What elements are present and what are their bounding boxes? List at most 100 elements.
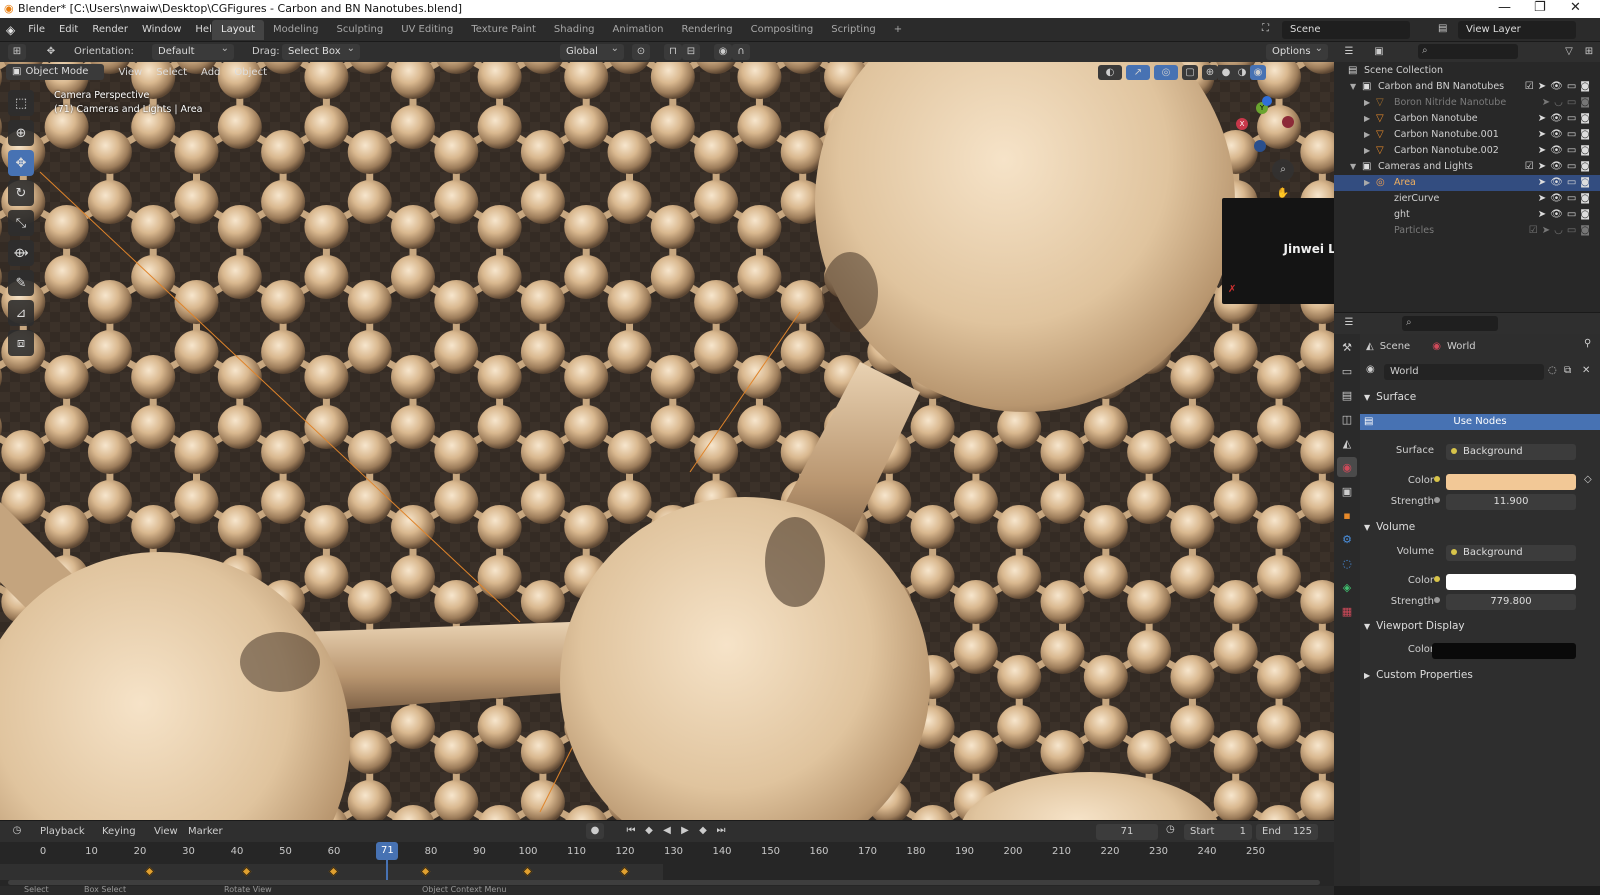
surface-color-swatch[interactable] — [1446, 474, 1576, 490]
viewport-menu-select[interactable]: Select — [156, 67, 187, 78]
volume-shader-field[interactable]: Background — [1446, 545, 1576, 561]
modifier-tab-icon[interactable]: ⚙ — [1337, 529, 1357, 549]
custom-properties-section-header[interactable]: ▶ Custom Properties — [1364, 665, 1598, 685]
prev-keyframe-icon[interactable]: ◆ — [640, 823, 658, 839]
tool-tab-icon[interactable]: ⚒ — [1337, 337, 1357, 357]
navigation-gizmo[interactable]: X Y — [1228, 96, 1298, 166]
z-axis-icon[interactable] — [1262, 96, 1272, 106]
expand-arrow-icon[interactable]: ▶ — [1364, 143, 1370, 159]
maximize-button[interactable]: ❐ — [1534, 0, 1546, 15]
measure-tool-icon[interactable]: ⊿ — [8, 300, 34, 326]
neg-z-axis-icon[interactable] — [1254, 140, 1266, 152]
scene-selector[interactable]: ⛶ Scene — [1262, 21, 1410, 39]
surface-shader-field[interactable]: Background — [1446, 444, 1576, 460]
timeline-menu-playback[interactable]: Playback — [40, 826, 85, 837]
solid-shading-icon[interactable]: ● — [1218, 65, 1234, 80]
volume-section-header[interactable]: ▼ Volume — [1364, 517, 1598, 537]
visibility-toggles-icon[interactable]: ➤👁▭◙ — [1538, 143, 1594, 159]
outliner-row[interactable]: Particles ☑➤◡▭◙ — [1334, 223, 1600, 239]
end-frame-field[interactable]: End 125 — [1256, 824, 1318, 840]
visibility-toggles-icon[interactable]: ☑➤👁▭◙ — [1525, 159, 1594, 175]
playhead-frame-indicator[interactable]: 71 — [376, 842, 399, 860]
keyframe-diamond-icon[interactable]: ◇ — [1584, 474, 1592, 485]
expand-arrow-icon[interactable]: ▶ — [1364, 95, 1370, 111]
outliner-row[interactable]: ▼ ▣ Cameras and Lights ☑➤👁▭◙ — [1334, 159, 1600, 175]
snap-icon[interactable]: ⊓ — [664, 44, 682, 60]
neg-x-axis-icon[interactable] — [1282, 116, 1294, 128]
properties-search-input[interactable]: ⌕ — [1402, 316, 1498, 331]
zoom-icon[interactable]: ⌕ — [1272, 159, 1294, 181]
new-collection-icon[interactable]: ⊞ — [1580, 44, 1598, 60]
outliner-row-selected[interactable]: ▶ ◎ Area ➤👁▭◙ — [1334, 175, 1600, 191]
play-reverse-icon[interactable]: ◀ — [658, 823, 676, 839]
scene-tab-icon[interactable]: ◭ — [1337, 433, 1357, 453]
expand-arrow-icon[interactable]: ▶ — [1364, 127, 1370, 143]
visibility-toggles-icon[interactable]: ➤👁▭◙ — [1538, 175, 1594, 191]
play-icon[interactable]: ▶ — [676, 823, 694, 839]
view-layer-tab-icon[interactable]: ◫ — [1337, 409, 1357, 429]
output-tab-icon[interactable]: ▤ — [1337, 385, 1357, 405]
menu-file[interactable]: File — [21, 18, 52, 42]
tab-scripting[interactable]: Scripting — [822, 20, 884, 40]
outliner-row[interactable]: ▶ ▽ Carbon Nanotube.001 ➤👁▭◙ — [1334, 127, 1600, 143]
minimize-button[interactable]: — — [1498, 0, 1511, 15]
visibility-toggles-icon[interactable]: ➤👁▭◙ — [1538, 127, 1594, 143]
world-datablock-field[interactable]: World — [1384, 364, 1544, 380]
viewport-menu-view[interactable]: View — [118, 67, 142, 78]
drag-dropdown[interactable]: Select Box — [282, 41, 360, 60]
orientation-dropdown[interactable]: Default — [152, 41, 234, 60]
mode-dropdown[interactable]: ▣ Object Mode — [6, 64, 105, 80]
volume-strength-field[interactable]: 779.800 — [1446, 594, 1576, 610]
volume-color-swatch[interactable] — [1446, 574, 1576, 590]
3d-viewport[interactable]: ▣ Object Mode View Select Add Object ◐ ↗ … — [0, 62, 1334, 820]
expand-arrow-icon[interactable]: ▼ — [1350, 159, 1356, 175]
visibility-toggles-icon[interactable]: ➤👁▭◙ — [1538, 111, 1594, 127]
collection-tab-icon[interactable]: ▣ — [1337, 481, 1357, 501]
visibility-toggles-icon[interactable]: ☑➤◡▭◙ — [1529, 223, 1594, 239]
outliner-row[interactable]: ght ➤👁▭◙ — [1334, 207, 1600, 223]
timeline-editor-type-icon[interactable]: ◷ — [8, 823, 26, 839]
display-mode-icon[interactable]: ▣ — [1370, 44, 1388, 60]
menu-edit[interactable]: Edit — [52, 18, 85, 42]
visibility-toggles-icon[interactable]: ➤👁▭◙ — [1538, 207, 1594, 223]
menu-render[interactable]: Render — [85, 18, 135, 42]
transform-tool-icon[interactable]: ⟴ — [8, 240, 34, 266]
timeline-menu-keying[interactable]: Keying — [102, 826, 136, 837]
start-frame-field[interactable]: Start 1 — [1184, 824, 1252, 840]
falloff-icon[interactable]: ∩ — [732, 44, 750, 60]
annotate-tool-icon[interactable]: ✎ — [8, 270, 34, 296]
object-tab-icon[interactable]: ▪ — [1337, 505, 1357, 525]
overlays-toggle-icon[interactable]: ◎ — [1154, 65, 1178, 80]
tab-compositing[interactable]: Compositing — [742, 20, 823, 40]
expand-arrow-icon[interactable]: ▼ — [1350, 79, 1356, 95]
move-tool-button-icon[interactable]: ✥ — [8, 150, 34, 176]
pin-icon[interactable]: ⚲ — [1584, 338, 1591, 349]
jump-end-icon[interactable]: ⏭ — [712, 823, 730, 839]
filter-icon[interactable]: ▽ — [1560, 44, 1578, 60]
physics-tab-icon[interactable]: ◌ — [1337, 553, 1357, 573]
pivot-point-icon[interactable]: ⊙ — [632, 44, 650, 60]
viewport-menu-object[interactable]: Object — [234, 67, 267, 78]
outliner-row[interactable]: ▶ ▽ Carbon Nanotube ➤👁▭◙ — [1334, 111, 1600, 127]
visibility-icon[interactable]: ◐ — [1098, 65, 1122, 80]
select-box-tool-icon[interactable]: ⬚ — [8, 90, 34, 116]
material-shading-icon[interactable]: ◑ — [1234, 65, 1250, 80]
tab-uv-editing[interactable]: UV Editing — [392, 20, 462, 40]
properties-editor-type-icon[interactable]: ☰ — [1340, 315, 1358, 331]
expand-arrow-icon[interactable]: ▶ — [1364, 111, 1370, 127]
outliner-row[interactable]: zierCurve ➤👁▭◙ — [1334, 191, 1600, 207]
view-layer-selector[interactable]: ▤ View Layer — [1438, 21, 1576, 39]
tab-rendering[interactable]: Rendering — [673, 20, 742, 40]
timeline-menu-marker[interactable]: Marker — [188, 826, 223, 837]
snap-target-icon[interactable]: ⊟ — [682, 44, 700, 60]
texture-tab-icon[interactable]: ▦ — [1337, 601, 1357, 621]
wireframe-shading-icon[interactable]: ⊕ — [1202, 65, 1218, 80]
outliner-row[interactable]: ▶ ▽ Carbon Nanotube.002 ➤👁▭◙ — [1334, 143, 1600, 159]
render-tab-icon[interactable]: ▭ — [1337, 361, 1357, 381]
next-keyframe-icon[interactable]: ◆ — [694, 823, 712, 839]
visibility-toggles-icon[interactable]: ➤👁▭◙ — [1538, 191, 1594, 207]
visibility-toggles-icon[interactable]: ➤◡▭◙ — [1542, 95, 1594, 111]
world-tab-icon[interactable]: ◉ — [1337, 457, 1357, 477]
timeline-scrollbar[interactable] — [8, 880, 1320, 885]
timeline-menu-view[interactable]: View — [154, 826, 178, 837]
